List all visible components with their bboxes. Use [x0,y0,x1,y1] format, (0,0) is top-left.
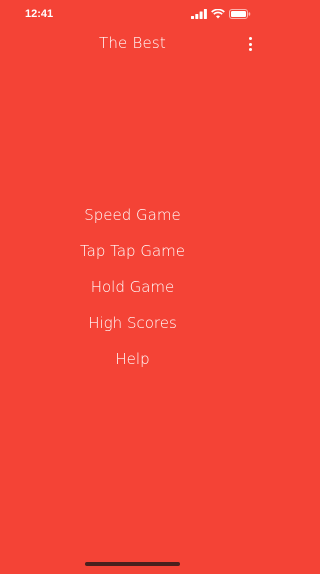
signal-icon [191,9,207,19]
main-menu: Speed Game Tap Tap Game Hold Game High S… [0,202,265,382]
high-scores-button[interactable]: High Scores [88,310,177,346]
overflow-dot [248,37,252,40]
overflow-dot [248,48,252,51]
battery-icon [229,9,251,19]
more-vertical-icon[interactable] [243,36,257,52]
home-indicator[interactable] [85,562,180,566]
overflow-dot [248,42,252,46]
wifi-icon [211,9,225,19]
tap-tap-game-button[interactable]: Tap Tap Game [80,238,185,274]
app-bar: The Best [0,28,265,58]
speed-game-button[interactable]: Speed Game [84,202,180,238]
status-icons [191,9,251,19]
help-button[interactable]: Help [115,346,149,382]
status-time: 12:41 [25,8,54,20]
hold-game-button[interactable]: Hold Game [91,274,175,310]
status-bar: 12:41 [0,0,265,30]
app-title: The Best [98,34,166,52]
